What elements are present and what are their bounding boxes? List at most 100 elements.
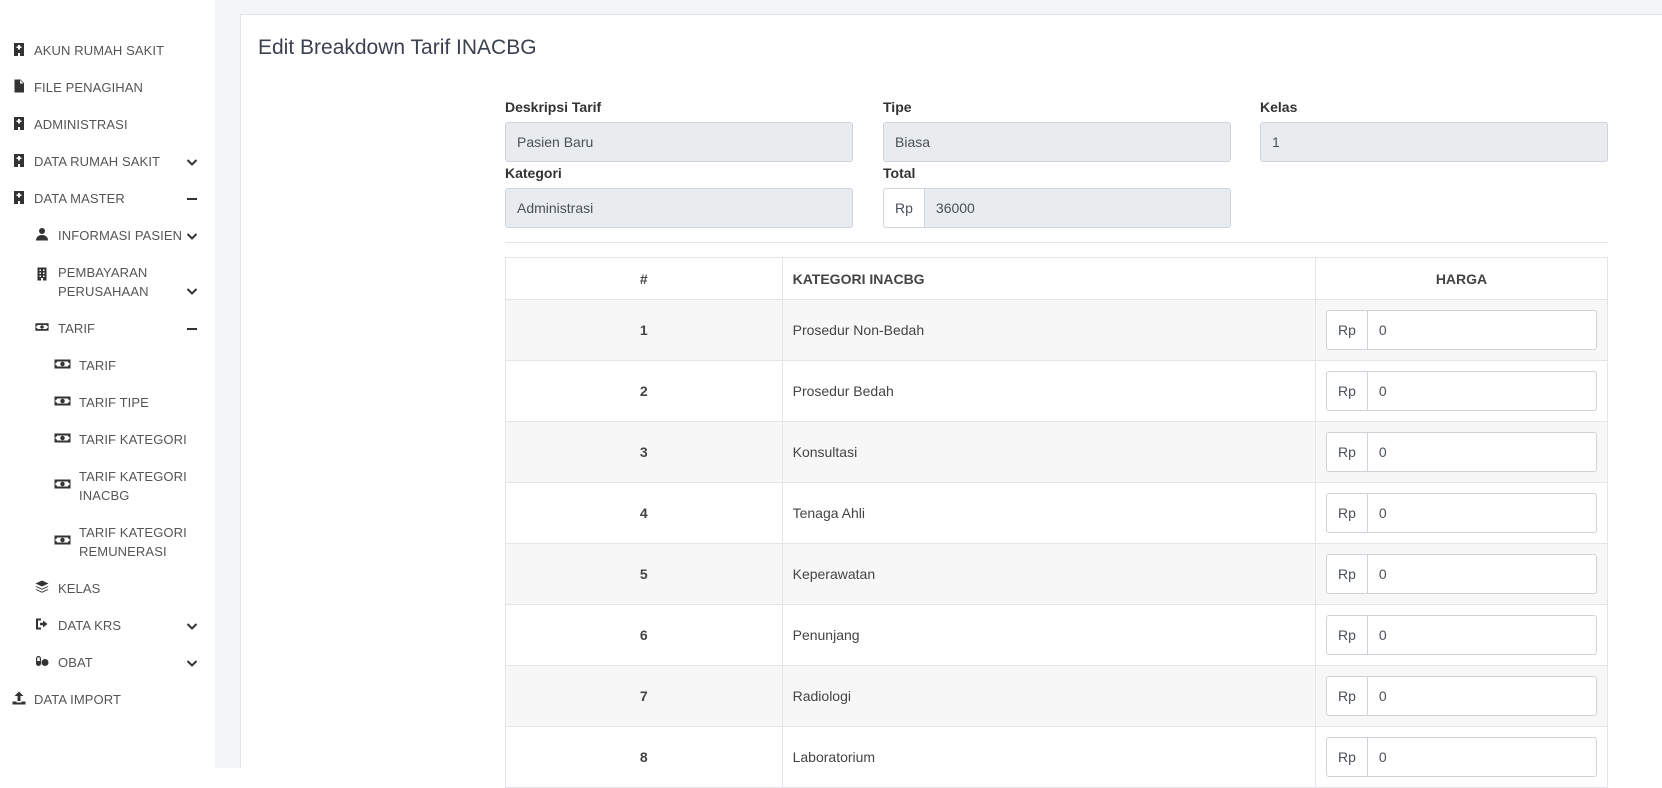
money-icon — [33, 320, 50, 334]
table-row: 3 Konsultasi Rp — [505, 421, 1609, 483]
kelas-label: Kelas — [1260, 99, 1298, 115]
table-row: 7 Radiologi Rp — [505, 665, 1609, 727]
pills-icon — [33, 654, 50, 668]
price-input-group: Rp — [1325, 676, 1597, 716]
sidebar-item-label: DATA MASTER — [34, 191, 125, 206]
currency-prefix: Rp — [1325, 371, 1368, 411]
sidebar-item-label: PEMBAYARAN PERUSAHAAN — [58, 265, 149, 299]
tipe-field: Biasa — [883, 122, 1231, 162]
column-header-harga: HARGA — [1314, 257, 1609, 300]
price-input-group: Rp — [1325, 737, 1597, 777]
currency-prefix: Rp — [1325, 310, 1368, 350]
sidebar-item-tarif[interactable]: TARIF — [0, 319, 215, 338]
column-header-number: # — [505, 257, 783, 300]
table-row: 6 Penunjang Rp — [505, 604, 1609, 666]
harga-input[interactable] — [1367, 493, 1597, 533]
chevron-down-icon[interactable] — [186, 620, 198, 632]
upload-icon — [12, 691, 26, 705]
form-divider — [505, 242, 1608, 243]
row-number: 2 — [505, 360, 783, 422]
chevron-down-icon[interactable] — [186, 285, 198, 297]
sidebar-item-label: OBAT — [58, 655, 93, 670]
sidebar-item-tarif-kategori-remunerasi[interactable]: TARIF KATEGORI REMUNERASI — [0, 523, 215, 561]
row-kategori: Konsultasi — [781, 421, 1316, 483]
price-input-group: Rp — [1325, 432, 1597, 472]
sidebar-item-label: TARIF KATEGORI REMUNERASI — [79, 525, 187, 559]
chevron-down-icon[interactable] — [186, 230, 198, 242]
sidebar-item-label: INFORMASI PASIEN — [58, 228, 183, 243]
row-harga-cell: Rp — [1314, 299, 1609, 361]
harga-input[interactable] — [1367, 737, 1597, 777]
sidebar-item-administrasi[interactable]: ADMINISTRASI — [0, 115, 215, 134]
sidebar-item-label: DATA IMPORT — [34, 692, 122, 707]
total-currency-prefix: Rp — [883, 188, 925, 228]
sidebar-item-pembayaran-perusahaan[interactable]: PEMBAYARAN PERUSAHAAN — [0, 263, 215, 301]
harga-input[interactable] — [1367, 310, 1597, 350]
sidebar-item-label: TARIF — [79, 358, 117, 373]
harga-input[interactable] — [1367, 615, 1597, 655]
sidebar-item-data-master[interactable]: DATA MASTER — [0, 189, 215, 208]
row-kategori: Penunjang — [781, 604, 1316, 666]
row-kategori: Tenaga Ahli — [781, 482, 1316, 544]
money-icon — [54, 431, 71, 445]
row-number: 7 — [505, 665, 783, 727]
sidebar-item-tarif-sub[interactable]: TARIF — [0, 356, 215, 375]
sidebar-item-label: TARIF TIPE — [79, 395, 149, 410]
price-input-group: Rp — [1325, 371, 1597, 411]
column-header-kategori: KATEGORI INACBG — [781, 257, 1316, 300]
sidebar-item-file-penagihan[interactable]: FILE PENAGIHAN — [0, 78, 215, 97]
row-number: 6 — [505, 604, 783, 666]
table-row: 1 Prosedur Non-Bedah Rp — [505, 299, 1609, 361]
table-header-row: # KATEGORI INACBG HARGA — [505, 257, 1609, 300]
price-input-group: Rp — [1325, 310, 1597, 350]
kategori-label: Kategori — [505, 165, 562, 181]
sidebar-item-data-import[interactable]: DATA IMPORT — [0, 690, 215, 709]
sidebar-item-tarif-kategori-inacbg[interactable]: TARIF KATEGORI INACBG — [0, 467, 215, 505]
tipe-label: Tipe — [883, 99, 912, 115]
money-icon — [54, 477, 71, 491]
table-row: 4 Tenaga Ahli Rp — [505, 482, 1609, 544]
file-icon — [12, 79, 26, 93]
row-kategori: Prosedur Non-Bedah — [781, 299, 1316, 361]
price-input-group: Rp — [1325, 554, 1597, 594]
row-harga-cell: Rp — [1314, 665, 1609, 727]
currency-prefix: Rp — [1325, 676, 1368, 716]
sidebar-item-data-rumah-sakit[interactable]: DATA RUMAH SAKIT — [0, 152, 215, 171]
sidebar-item-tarif-tipe[interactable]: TARIF TIPE — [0, 393, 215, 412]
deskripsi-tarif-label: Deskripsi Tarif — [505, 99, 602, 115]
deskripsi-tarif-field: Pasien Baru — [505, 122, 853, 162]
hospital-icon — [12, 153, 26, 167]
sidebar-item-label: TARIF KATEGORI INACBG — [79, 469, 187, 503]
harga-input[interactable] — [1367, 554, 1597, 594]
minus-icon[interactable] — [186, 323, 198, 335]
sidebar-item-informasi-pasien[interactable]: INFORMASI PASIEN — [0, 226, 215, 245]
sidebar-item-data-krs[interactable]: DATA KRS — [0, 616, 215, 635]
row-number: 3 — [505, 421, 783, 483]
harga-input[interactable] — [1367, 676, 1597, 716]
sidebar-item-akun-rumah-sakit[interactable]: AKUN RUMAH SAKIT — [0, 41, 215, 60]
harga-input[interactable] — [1367, 432, 1597, 472]
sidebar-item-label: TARIF — [58, 321, 96, 336]
sidebar-item-tarif-kategori[interactable]: TARIF KATEGORI — [0, 430, 215, 449]
minus-icon[interactable] — [186, 193, 198, 205]
row-harga-cell: Rp — [1314, 360, 1609, 422]
harga-input[interactable] — [1367, 371, 1597, 411]
chevron-down-icon[interactable] — [186, 657, 198, 669]
row-kategori: Laboratorium — [781, 726, 1316, 788]
hospital-icon — [12, 190, 26, 204]
row-number: 8 — [505, 726, 783, 788]
row-harga-cell: Rp — [1314, 604, 1609, 666]
hospital-icon — [12, 42, 26, 56]
table-row: 2 Prosedur Bedah Rp — [505, 360, 1609, 422]
table-row: 5 Keperawatan Rp — [505, 543, 1609, 605]
chevron-down-icon[interactable] — [186, 156, 198, 168]
total-input-group: Rp 36000 — [883, 188, 1231, 228]
currency-prefix: Rp — [1325, 737, 1368, 777]
row-harga-cell: Rp — [1314, 482, 1609, 544]
sidebar: AKUN RUMAH SAKIT FILE PENAGIHAN ADMINIST… — [0, 0, 215, 768]
sidebar-item-obat[interactable]: OBAT — [0, 653, 215, 672]
price-input-group: Rp — [1325, 615, 1597, 655]
sidebar-item-kelas[interactable]: KELAS — [0, 579, 215, 598]
currency-prefix: Rp — [1325, 432, 1368, 472]
row-harga-cell: Rp — [1314, 421, 1609, 483]
